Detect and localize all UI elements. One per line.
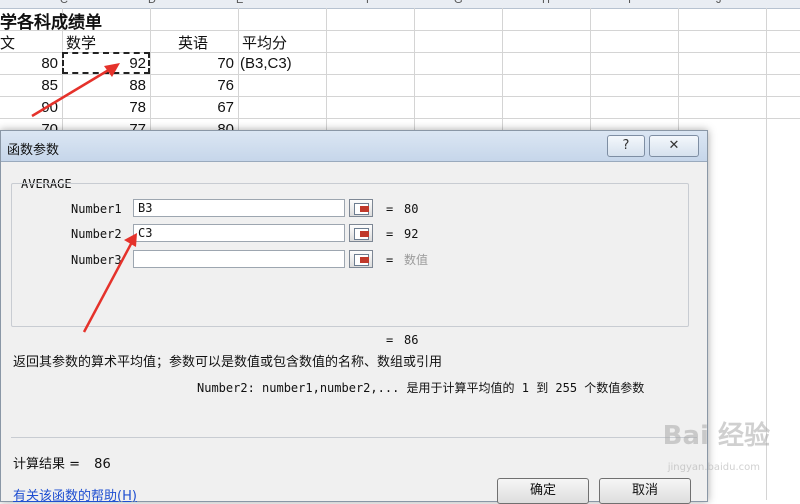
watermark-url: jingyan.baidu.com — [667, 462, 760, 473]
formula-total-result: 86 — [404, 333, 419, 347]
close-icon: ✕ — [668, 138, 680, 153]
watermark-logo: Bai 经验 — [662, 421, 770, 451]
dialog-titlebar[interactable]: 函数参数 ? ✕ — [1, 131, 707, 162]
column-header-h[interactable]: H — [542, 0, 550, 6]
function-help-link[interactable]: 有关该函数的帮助(H) — [13, 485, 137, 504]
column-header-c[interactable]: C — [60, 0, 68, 6]
table-cell[interactable]: 88 — [66, 77, 146, 94]
number3-range-button[interactable] — [349, 250, 373, 268]
number3-input[interactable] — [133, 250, 345, 268]
dialog-title: 函数参数 — [7, 143, 60, 158]
arg-label-number1: Number1 — [71, 202, 122, 216]
header-cell-chinese[interactable]: 文 — [0, 32, 15, 53]
number3-result-placeholder: 数值 — [404, 253, 429, 267]
column-header-i[interactable]: I — [628, 0, 631, 6]
column-header-f[interactable]: F — [366, 0, 373, 6]
formula-cell[interactable]: (B3,C3) — [240, 55, 292, 72]
arg-label-number2: Number2 — [71, 227, 122, 241]
table-cell[interactable]: 90 — [10, 99, 58, 116]
table-cell[interactable]: 85 — [10, 77, 58, 94]
column-header-e[interactable]: E — [236, 0, 243, 6]
number2-result: 92 — [404, 227, 419, 241]
column-header-j[interactable]: J — [716, 0, 722, 6]
equals-sign: = — [386, 333, 394, 347]
sheet-title[interactable]: 学各科成绩单 — [0, 8, 102, 33]
close-button[interactable]: ✕ — [649, 135, 699, 157]
table-cell[interactable]: 70 — [154, 55, 234, 72]
column-header-row: C D E F G H I J — [0, 0, 800, 9]
calculation-result-label: 计算结果 = — [13, 457, 81, 472]
cancel-button[interactable]: 取消 — [599, 478, 691, 504]
table-cell[interactable]: 76 — [154, 77, 234, 94]
header-cell-english[interactable]: 英语 — [178, 32, 208, 53]
calculation-result: 计算结果 = 86 — [13, 453, 111, 472]
arg-label-number3: Number3 — [71, 253, 122, 267]
equals-sign: = — [386, 253, 394, 267]
equals-sign: = — [386, 227, 394, 241]
grid-line — [0, 96, 800, 97]
help-button[interactable]: ? — [607, 135, 645, 157]
table-cell[interactable]: 78 — [66, 99, 146, 116]
equals-sign: = — [386, 202, 394, 216]
column-header-g[interactable]: G — [454, 0, 463, 6]
number1-result: 80 — [404, 202, 419, 216]
range-select-icon-mark — [360, 206, 369, 212]
table-cell[interactable]: 80 — [10, 55, 58, 72]
column-header-d[interactable]: D — [148, 0, 156, 6]
number2-range-button[interactable] — [349, 224, 373, 242]
calculation-result-value: 86 — [94, 457, 111, 472]
argument-help-text: Number2: number1,number2,... 是用于计算平均值的 1… — [197, 381, 645, 395]
number1-range-button[interactable] — [349, 199, 373, 217]
table-cell[interactable]: 67 — [154, 99, 234, 116]
divider — [11, 437, 697, 438]
function-arguments-dialog: 函数参数 ? ✕ AVERAGE Number1 B3 = 80 Number2… — [0, 130, 708, 504]
number1-input[interactable]: B3 — [133, 199, 345, 217]
function-description: 返回其参数的算术平均值；参数可以是数值或包含数值的名称、数组或引用 — [13, 355, 443, 370]
ok-button[interactable]: 确定 — [497, 478, 589, 504]
grid-line — [0, 74, 800, 75]
selected-cell-marquee — [62, 52, 150, 74]
range-select-icon-mark — [360, 257, 369, 263]
number2-input[interactable]: C3 — [133, 224, 345, 242]
grid-line — [0, 118, 800, 119]
grid-line — [0, 30, 800, 31]
range-select-icon-mark — [360, 231, 369, 237]
header-cell-average[interactable]: 平均分 — [242, 32, 287, 53]
header-cell-math[interactable]: 数学 — [66, 32, 96, 53]
